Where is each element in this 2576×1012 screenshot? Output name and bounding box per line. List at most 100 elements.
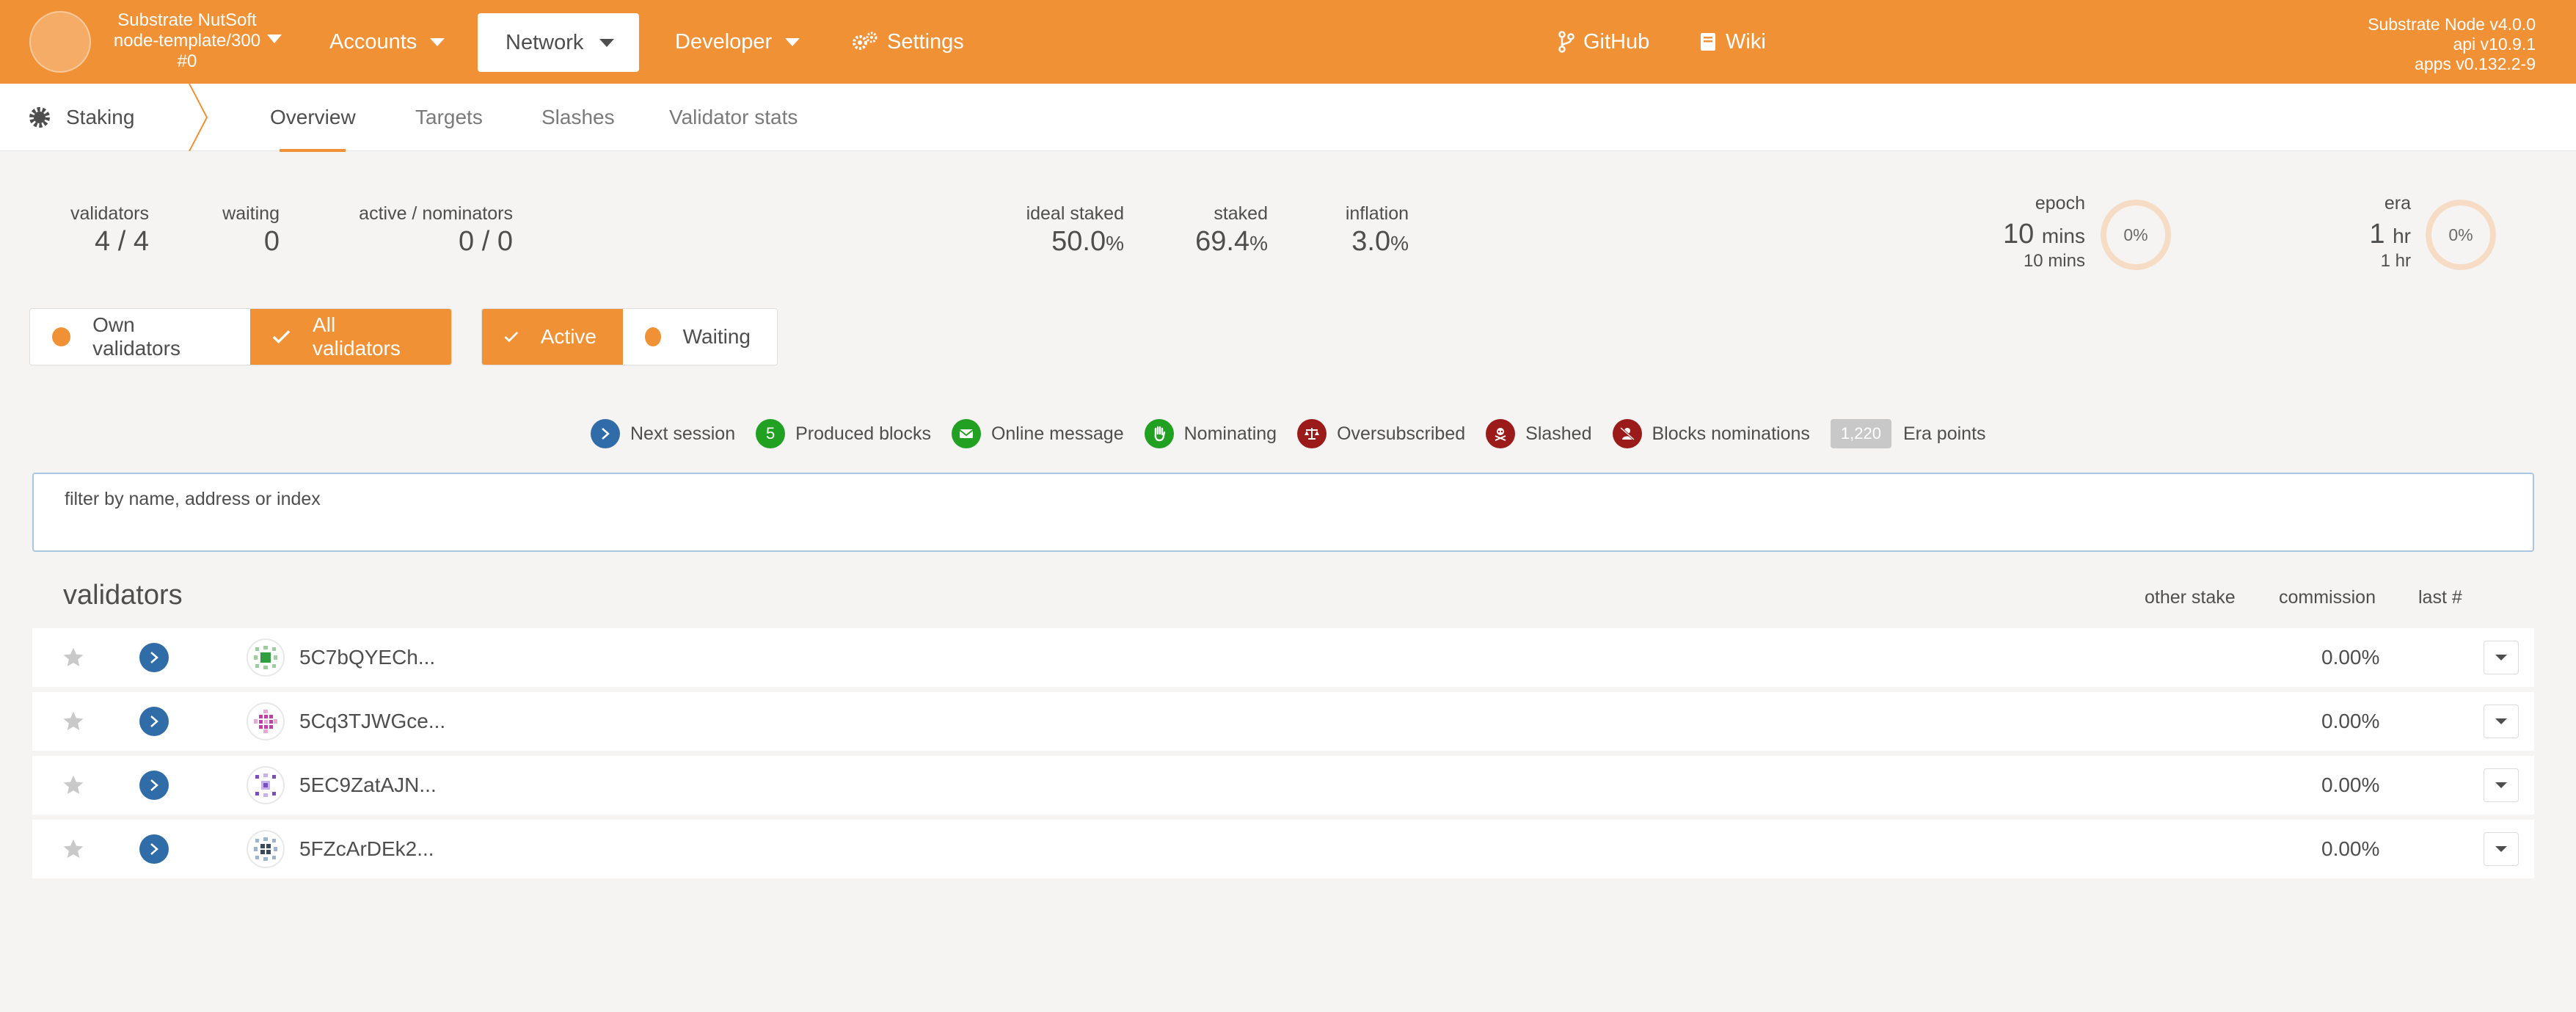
era-points-badge: 1,220 — [1830, 419, 1891, 448]
nav-developer[interactable]: Developer — [675, 0, 800, 84]
tab-targets[interactable]: Targets — [415, 84, 483, 151]
tab-slashes[interactable]: Slashes — [541, 84, 615, 151]
legend-blocks-nominations-label: Blocks nominations — [1652, 423, 1810, 444]
validator-address[interactable]: 5FZcArDEk2... — [299, 837, 434, 861]
legend: Next session 5 Produced blocks Online me… — [591, 418, 2007, 449]
active-tab-indicator — [280, 149, 346, 152]
section-title: Staking — [66, 106, 135, 128]
identity-icon[interactable] — [247, 830, 285, 868]
nav-accounts-label: Accounts — [329, 29, 417, 54]
epoch-label: epoch — [2035, 193, 2085, 214]
hand-paper-icon — [1144, 419, 1174, 448]
legend-produced-blocks: 5 Produced blocks — [756, 419, 931, 448]
era-label-wrap: era — [2338, 192, 2411, 214]
star-icon[interactable] — [62, 773, 85, 797]
summary-active-nominators: active / nominators 0 / 0 — [348, 203, 513, 258]
chevron-down-icon — [2495, 782, 2507, 788]
identity-icon[interactable] — [247, 702, 285, 740]
user-slash-icon — [1612, 419, 1642, 448]
next-session-icon — [139, 771, 169, 800]
ideal-staked-value: 50.0 — [1051, 226, 1106, 257]
legend-nominating: Nominating — [1144, 419, 1277, 448]
nav-wiki-label: Wiki — [1726, 29, 1766, 54]
expand-row-button[interactable] — [2484, 832, 2519, 866]
active-nominators-value: 0 / 0 — [459, 226, 513, 257]
col-other-stake[interactable]: other stake — [2145, 587, 2236, 608]
all-validators-label: All validators — [313, 313, 401, 360]
chain-spec: node-template/300 — [113, 31, 261, 51]
summary-waiting: waiting 0 — [217, 203, 280, 258]
tab-overview[interactable]: Overview — [270, 84, 356, 151]
chevron-down-icon — [430, 37, 445, 46]
own-validators-label: Own validators — [92, 313, 180, 360]
legend-oversubscribed-label: Oversubscribed — [1337, 423, 1466, 444]
validator-commission: 0.00% — [2321, 710, 2380, 732]
next-session-icon — [139, 707, 169, 736]
epoch-progress-ring: 0% — [2101, 200, 2171, 270]
nav-network-label: Network — [506, 30, 584, 54]
legend-slashed: Slashed — [1486, 419, 1592, 448]
epoch-label-wrap: epoch — [1981, 192, 2085, 214]
table-row: 5Cq3TJWGce... 0.00% — [32, 692, 2534, 751]
identity-icon[interactable] — [247, 766, 285, 804]
legend-online-message-label: Online message — [990, 423, 1124, 444]
staked-label: staked — [1214, 203, 1268, 224]
expand-row-button[interactable] — [2484, 768, 2519, 802]
summary-ideal-staked: ideal staked 50.0% — [1012, 203, 1124, 261]
star-icon[interactable] — [62, 837, 85, 861]
filter-box[interactable]: filter by name, address or index — [32, 473, 2534, 552]
identity-icon[interactable] — [247, 638, 285, 677]
nav-github[interactable]: GitHub — [1558, 0, 1649, 84]
epoch-total: 10 mins — [2023, 251, 2085, 271]
col-last-block[interactable]: last # — [2418, 587, 2462, 608]
apps-version: apps v0.132.2-9 — [2415, 54, 2536, 73]
validator-commission: 0.00% — [2321, 773, 2380, 796]
star-icon[interactable] — [62, 646, 85, 669]
chain-logo[interactable] — [29, 11, 91, 73]
chain-selector[interactable]: Substrate NutSoft node-template/300 #0 — [103, 10, 271, 72]
filter-label: filter by name, address or index — [65, 489, 321, 509]
gears-icon — [853, 32, 877, 50]
chevron-down-icon[interactable] — [267, 34, 282, 47]
star-icon[interactable] — [62, 710, 85, 733]
validator-address[interactable]: 5Cq3TJWGce... — [299, 710, 445, 733]
waiting-button[interactable]: Waiting — [623, 309, 777, 365]
nav-settings[interactable]: Settings — [852, 0, 964, 84]
epoch-value-wrap: 10 mins 10 mins — [1981, 219, 2085, 271]
validator-address[interactable]: 5EC9ZatAJN... — [299, 773, 437, 797]
legend-oversubscribed: Oversubscribed — [1297, 419, 1465, 448]
table-row: 5EC9ZatAJN... 0.00% — [32, 756, 2534, 815]
check-icon — [272, 330, 291, 344]
legend-produced-blocks-label: Produced blocks — [795, 423, 931, 444]
circle-icon — [645, 327, 661, 346]
validator-address[interactable]: 5C7bQYECh... — [299, 646, 435, 669]
validators-label: validators — [70, 203, 149, 224]
active-button[interactable]: Active — [482, 309, 623, 365]
percent-unit: % — [1106, 232, 1124, 255]
circle-icon — [52, 327, 71, 346]
validators-table-header: validators other stake commission last # — [32, 559, 2534, 625]
ideal-staked-label: ideal staked — [1026, 203, 1124, 224]
nav-github-label: GitHub — [1583, 29, 1650, 54]
expand-row-button[interactable] — [2484, 641, 2519, 674]
nav-wiki[interactable]: Wiki — [1699, 0, 1766, 84]
era-label: era — [2384, 193, 2411, 214]
chain-name: Substrate NutSoft — [117, 10, 257, 30]
era-value-wrap: 1 hr 1 hr — [2338, 219, 2411, 271]
expand-row-button[interactable] — [2484, 705, 2519, 738]
col-commission[interactable]: commission — [2279, 587, 2376, 608]
filter-input[interactable] — [63, 515, 2484, 545]
chevron-down-icon — [785, 37, 800, 46]
nav-network[interactable]: Network — [478, 13, 639, 72]
nav-accounts[interactable]: Accounts — [329, 0, 445, 84]
node-version: Substrate Node v4.0.0 — [2368, 15, 2536, 34]
status-toggle: Active Waiting — [481, 308, 778, 365]
own-validators-button[interactable]: Own validators — [30, 309, 250, 365]
era-progress-ring: 0% — [2426, 200, 2496, 270]
block-number: #0 — [177, 51, 197, 71]
legend-nominating-label: Nominating — [1183, 423, 1277, 444]
all-validators-button[interactable]: All validators — [250, 309, 451, 365]
tab-validator-stats[interactable]: Validator stats — [669, 84, 798, 151]
epoch-unit: mins — [2041, 225, 2085, 247]
summary-inflation: inflation 3.0% — [1321, 203, 1409, 261]
